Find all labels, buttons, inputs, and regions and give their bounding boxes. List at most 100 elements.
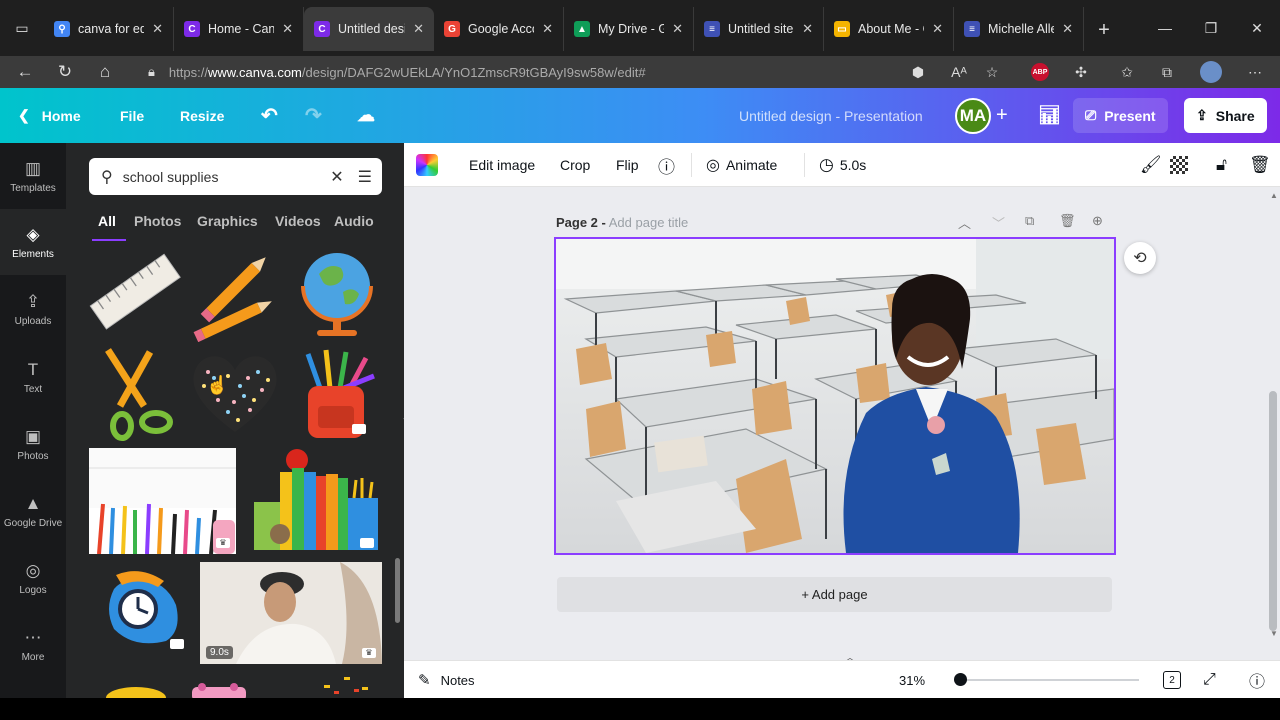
backpack-pencils-graphic[interactable] (292, 348, 378, 443)
resize-menu[interactable]: Resize (180, 88, 224, 143)
video-thumbnail[interactable]: 9.0s ♛ (200, 562, 382, 664)
new-tab-button[interactable]: + (1084, 4, 1124, 56)
panel-tab-videos[interactable]: Videos (275, 213, 321, 229)
help-icon[interactable]: ⓘ (1249, 661, 1265, 698)
browser-tab[interactable]: ▭ About Me - Google ✕ (824, 7, 954, 51)
add-collaborator-icon[interactable]: + (996, 88, 1008, 143)
close-tab-icon[interactable]: ✕ (152, 21, 163, 37)
back-icon[interactable]: ← (5, 62, 45, 82)
books-supplies-graphic[interactable] (250, 446, 380, 554)
fullscreen-icon[interactable]: ⤢ (1203, 661, 1216, 698)
adblock-icon[interactable]: ABP (1025, 56, 1055, 88)
transparency-icon[interactable] (1170, 143, 1188, 187)
panel-tab-all[interactable]: All (98, 213, 116, 229)
color-picker-icon[interactable] (416, 143, 438, 187)
chevron-down-icon[interactable]: ﹀ (992, 213, 1005, 232)
browser-menu-icon[interactable]: ⋯ (1240, 56, 1270, 88)
pencils-graphic[interactable] (190, 247, 282, 342)
rail-item-uploads[interactable]: ⇪ Uploads (0, 276, 66, 342)
chevron-up-icon[interactable]: ︿ (958, 213, 971, 232)
close-tab-icon[interactable]: ✕ (932, 21, 943, 37)
crop-button[interactable]: Crop (560, 143, 590, 187)
rail-item-elements[interactable]: ◈ Elements (0, 209, 66, 275)
tab-actions-icon[interactable]: ▭ (0, 0, 44, 56)
element-partial-confetti[interactable] (314, 671, 376, 698)
paint-format-icon[interactable]: 🖌︎ (1140, 143, 1162, 187)
rail-item-more[interactable]: ⋯ More (0, 612, 66, 678)
url-field[interactable]: 🔒︎ https://www.canva.com/design/DAFG2wUE… (148, 56, 888, 88)
page-count-button[interactable]: 2 (1163, 661, 1181, 698)
home-icon[interactable]: ⌂ (85, 62, 125, 82)
globe-graphic[interactable] (297, 246, 377, 341)
add-page-title[interactable]: Add page title (609, 215, 689, 230)
cloud-saved-icon[interactable]: ☁ (357, 88, 375, 143)
search-box[interactable]: ⚲ school supplies ✕ ☰ (89, 158, 382, 195)
close-tab-icon[interactable]: ✕ (672, 21, 683, 37)
browser-tab[interactable]: C Untitled design ✕ (304, 7, 434, 51)
read-aloud-icon[interactable]: Aᴬ (944, 56, 974, 88)
trash-icon[interactable]: 🗑︎ (1249, 143, 1271, 187)
favorite-icon[interactable]: ☆ (977, 56, 1007, 88)
close-tab-icon[interactable]: ✕ (1062, 21, 1073, 37)
element-partial-yellow[interactable] (106, 681, 176, 698)
browser-tab[interactable]: C Home - Canva ✕ (174, 7, 304, 51)
flip-button[interactable]: Flip (616, 143, 639, 187)
alarm-clock-graphic[interactable] (102, 567, 186, 651)
close-window-icon[interactable]: ✕ (1234, 0, 1280, 56)
close-tab-icon[interactable]: ✕ (413, 21, 424, 37)
zoom-value[interactable]: 31% (899, 661, 925, 698)
stationery-photo[interactable]: ♛ (89, 448, 236, 554)
add-page-icon[interactable]: ⊕ (1092, 213, 1103, 229)
editor-scrollbar[interactable]: ▲ ▼ (1267, 191, 1280, 639)
unlock-icon[interactable]: 🔓︎ (1216, 143, 1227, 187)
profile-avatar-icon[interactable] (1196, 56, 1226, 88)
extensions-icon[interactable]: ✣ (1066, 56, 1096, 88)
duplicate-page-icon[interactable]: ⧉ (1025, 213, 1034, 229)
collections-icon[interactable]: ⧉ (1152, 56, 1182, 88)
notes-button[interactable]: ✎ Notes (418, 661, 475, 698)
rail-item-logos[interactable]: ◎ Logos (0, 545, 66, 611)
avatar[interactable]: MA (955, 97, 991, 134)
animate-button[interactable]: ◎ Animate (706, 143, 777, 187)
rotate-refresh-icon[interactable]: ⟲ (1124, 242, 1156, 274)
close-tab-icon[interactable]: ✕ (282, 21, 293, 37)
clear-search-icon[interactable]: ✕ (330, 167, 343, 187)
favorites-bar-icon[interactable]: ✩ (1112, 56, 1142, 88)
share-button[interactable]: ⇪ Share (1184, 98, 1267, 133)
extension-icon[interactable]: ⬢ (903, 56, 933, 88)
browser-tab[interactable]: G Google Account ✕ (434, 7, 564, 51)
zoom-slider-handle[interactable] (954, 673, 967, 686)
add-page-button[interactable]: + Add page (557, 577, 1112, 612)
zoom-slider[interactable] (961, 679, 1139, 681)
delete-page-icon[interactable]: 🗑︎ (1059, 213, 1076, 229)
duration-button[interactable]: ◷ 5.0s (819, 143, 866, 187)
rail-item-photos[interactable]: ▣ Photos (0, 411, 66, 477)
close-tab-icon[interactable]: ✕ (542, 21, 553, 37)
edit-image-button[interactable]: Edit image (469, 143, 535, 187)
browser-tab[interactable]: ≡ Michelle Allen ✕ (954, 7, 1084, 51)
browser-tab[interactable]: ≡ Untitled site ✕ (694, 7, 824, 51)
design-canvas[interactable] (554, 237, 1116, 555)
rail-item-templates[interactable]: ▥ Templates (0, 143, 66, 209)
panel-tab-graphics[interactable]: Graphics (197, 213, 258, 229)
refresh-icon[interactable]: ↻ (45, 62, 85, 82)
minimize-icon[interactable]: — (1142, 0, 1188, 56)
panel-tab-audio[interactable]: Audio (334, 213, 374, 229)
present-button[interactable]: ⎚ Present (1073, 98, 1168, 133)
redo-icon[interactable]: ↷ (305, 88, 322, 143)
rail-item-text[interactable]: T Text (0, 344, 66, 410)
browser-tab[interactable]: ▲ My Drive - Google ✕ (564, 7, 694, 51)
close-tab-icon[interactable]: ✕ (802, 21, 813, 37)
panel-scrollbar[interactable] (395, 558, 400, 623)
ruler-graphic[interactable] (88, 246, 183, 341)
rail-item-google-drive[interactable]: ▲ Google Drive (0, 478, 66, 544)
element-partial-pink[interactable] (188, 681, 250, 698)
heart-sprinkles-graphic[interactable] (188, 350, 282, 436)
filter-icon[interactable]: ☰ (358, 167, 372, 187)
design-title[interactable]: Untitled design - Presentation (739, 88, 923, 143)
search-input[interactable]: school supplies (123, 169, 331, 185)
browser-tab[interactable]: ⚲ canva for edu ✕ (44, 7, 174, 51)
undo-icon[interactable]: ↶ (261, 88, 278, 143)
file-menu[interactable]: File (120, 88, 144, 143)
restore-icon[interactable]: ❐ (1188, 0, 1234, 56)
